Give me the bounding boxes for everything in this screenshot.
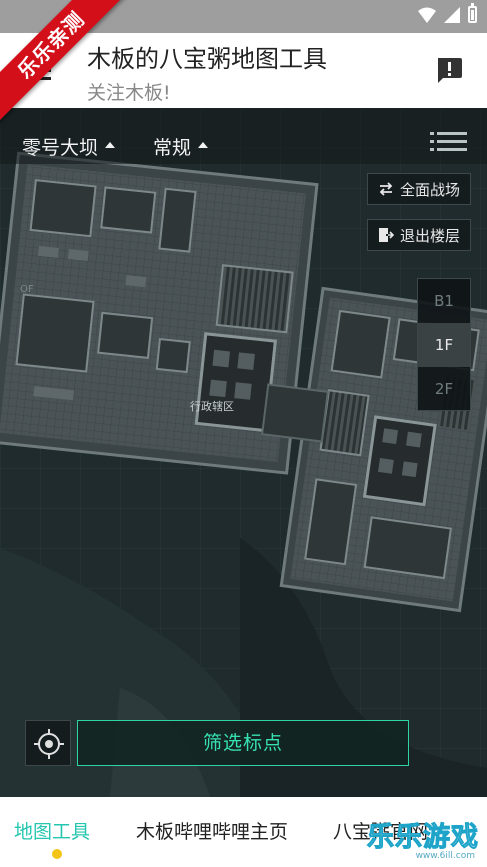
tab-bilibili-home[interactable]: 木板哔哩哔哩主页	[136, 817, 288, 844]
map-area-label: 行政辖区	[190, 399, 234, 413]
watermark-url: www.6ill.com	[415, 851, 475, 861]
active-tab-indicator	[52, 849, 62, 859]
caret-up-icon	[105, 142, 116, 148]
watermark-text: 乐乐游戏	[367, 822, 479, 854]
battery-icon	[468, 3, 477, 23]
caret-up-icon	[198, 142, 209, 148]
floor-marking: OF	[20, 284, 34, 295]
floor-1f-button[interactable]: 1F	[418, 323, 470, 367]
floor-b1-button[interactable]: B1	[418, 279, 470, 323]
full-battlefield-button[interactable]: 全面战场	[366, 173, 471, 205]
list-icon[interactable]	[430, 132, 467, 152]
map-select-label: 零号大坝	[22, 137, 99, 159]
ribbon-text: 乐乐亲测	[0, 0, 130, 125]
map-canvas[interactable]: 行政辖区 OF	[0, 108, 487, 797]
feedback-icon[interactable]	[435, 56, 463, 84]
wifi-icon	[418, 7, 436, 23]
exit-floor-label: 退出楼层	[399, 226, 460, 245]
crosshair-icon	[34, 729, 64, 759]
exit-icon	[378, 228, 394, 242]
signal-icon	[444, 6, 460, 23]
mode-select-label: 常规	[153, 137, 192, 159]
floor-2f-button[interactable]: 2F	[418, 367, 470, 411]
corner-ribbon: 乐乐亲测	[0, 0, 130, 130]
tab-map-tool[interactable]: 地图工具	[14, 817, 90, 844]
watermark: 乐乐游戏 www.6ill.com	[365, 803, 485, 863]
locate-button[interactable]	[25, 720, 71, 766]
floor-selector: B1 1F 2F	[417, 278, 471, 411]
map-view[interactable]: 行政辖区 OF 零号大坝 常规 全面战场 退出楼层 B1 1F 2F 筛选标点	[0, 108, 487, 797]
status-icons	[418, 3, 477, 23]
filter-markers-button[interactable]: 筛选标点	[77, 720, 409, 766]
full-battlefield-label: 全面战场	[399, 180, 460, 199]
exit-floor-button[interactable]: 退出楼层	[366, 219, 471, 251]
swap-icon	[379, 182, 393, 196]
map-select-dropdown[interactable]: 零号大坝	[22, 133, 116, 160]
mode-select-dropdown[interactable]: 常规	[153, 133, 209, 160]
bottom-tab-bar: 地图工具 木板哔哩哔哩主页 八宝粥官网 乐乐游戏 www.6ill.com	[0, 797, 487, 867]
